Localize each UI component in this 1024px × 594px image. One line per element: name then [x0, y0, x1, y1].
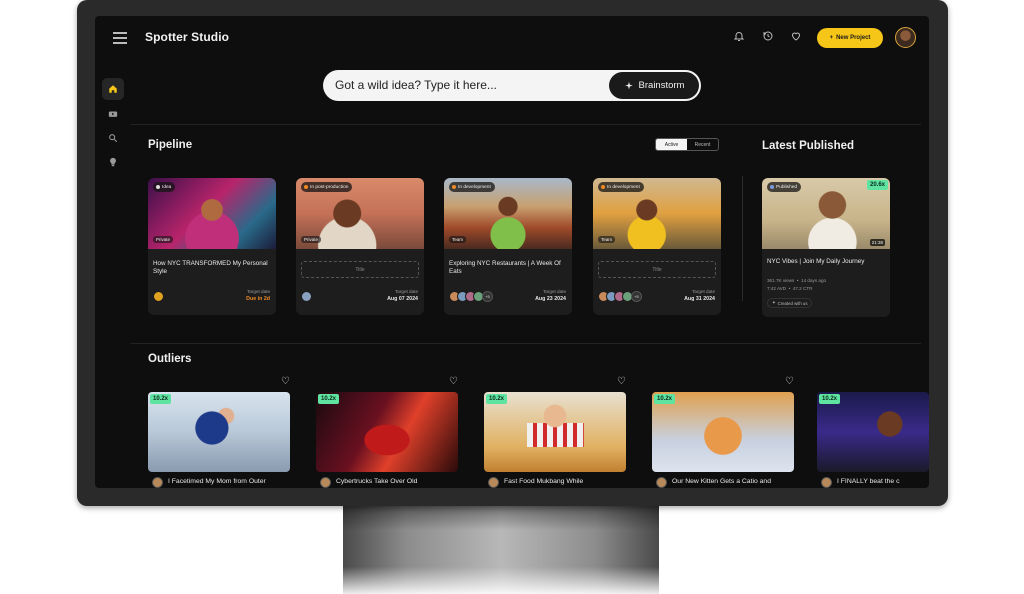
search-zoom-icon	[109, 134, 118, 143]
outlier-title: Fast Food Mukbang While	[504, 478, 584, 485]
card-title: NYC Vibes | Join My Daily Journey	[767, 258, 865, 265]
sidebar-item-home[interactable]	[102, 78, 124, 100]
outlier-thumbnail	[484, 392, 626, 472]
pipeline-toggle[interactable]: Active Recent	[655, 138, 719, 151]
outlier-thumbnail	[148, 392, 290, 472]
privacy-badge: Team	[598, 236, 616, 243]
user-avatar[interactable]	[895, 27, 916, 48]
card-title: How NYC TRANSFORMED My Personal Style	[153, 260, 268, 275]
outlier-title: Our New Kitten Gets a Catio and	[672, 478, 771, 485]
divider	[131, 343, 921, 344]
outliers-title: Outliers	[148, 353, 192, 365]
published-card[interactable]: Published 20.6x 21:38 NYC Vibes | Join M…	[762, 178, 890, 317]
channel-avatar	[152, 477, 163, 488]
sidebar-item-ideas[interactable]	[102, 151, 124, 173]
channel-avatar	[821, 477, 832, 488]
status-badge: Idea	[153, 182, 176, 192]
collaborator-avatars	[301, 291, 312, 302]
toggle-active[interactable]: Active	[656, 139, 687, 150]
youtube-icon	[108, 111, 118, 117]
latest-published-title: Latest Published	[762, 140, 855, 152]
brand-logo: Spotter Studio	[145, 30, 230, 44]
plus-icon: +	[829, 35, 834, 41]
search-input[interactable]: Got a wild idea? Type it here...	[335, 78, 497, 92]
status-badge: In post-production	[301, 182, 353, 192]
target-date-label: Target date	[395, 289, 418, 294]
multiplier-badge: 10.2x	[819, 394, 841, 404]
status-badge: Published	[767, 182, 802, 192]
avatar	[153, 291, 164, 302]
collaborator-avatars	[153, 291, 164, 302]
app-screen: Spotter Studio + New Project Got a wild …	[95, 16, 929, 488]
created-with-us-badge: ✦ Created with us	[767, 298, 813, 308]
target-date-label: Target date	[692, 289, 715, 294]
target-date-value: Aug 07 2024	[387, 296, 418, 302]
outlier-thumbnail	[316, 392, 458, 472]
card-title: Exploring NYC Restaurants | A Week Of Ea…	[449, 260, 561, 275]
multiplier-badge: 10.2x	[318, 394, 340, 404]
heart-icon[interactable]: ♡	[281, 376, 290, 387]
title-input[interactable]: Title	[301, 261, 419, 278]
target-date-label: Target date	[543, 289, 566, 294]
bell-icon[interactable]	[731, 30, 747, 46]
channel-avatar	[488, 477, 499, 488]
collaborator-avatars: +5	[449, 291, 493, 302]
pipeline-card[interactable]: Idea Private How NYC TRANSFORMED My Pers…	[148, 178, 276, 315]
history-icon[interactable]	[760, 30, 776, 46]
more-collaborators-badge: +5	[631, 291, 642, 302]
pipeline-title: Pipeline	[148, 139, 193, 151]
video-duration: 21:38	[869, 239, 885, 246]
target-date-value: Due in 2d	[246, 296, 270, 302]
privacy-badge: Private	[153, 236, 174, 243]
brainstorm-button[interactable]: Brainstorm	[609, 72, 699, 99]
multiplier-badge: 10.2x	[654, 394, 676, 404]
spark-icon: ✦	[772, 300, 776, 305]
channel-avatar	[320, 477, 331, 488]
target-date-label: Target date	[247, 289, 270, 294]
outlier-title: I FINALLY beat the c	[837, 478, 900, 485]
video-stats-row: 361.7K views • 14 days ago	[767, 278, 827, 283]
home-icon	[109, 85, 117, 93]
sidebar-item-videos[interactable]	[102, 103, 124, 125]
heart-icon[interactable]	[788, 30, 804, 46]
outlier-title: Cybertrucks Take Over Old	[336, 478, 418, 485]
target-date-value: Aug 23 2024	[535, 296, 566, 302]
target-date-value: Aug 31 2024	[684, 296, 715, 302]
divider	[131, 124, 921, 125]
more-collaborators-badge: +5	[482, 291, 493, 302]
status-badge: In development	[598, 182, 644, 192]
avatar	[301, 291, 312, 302]
video-metrics-row: 7:42 AVD • 47.2 CTR	[767, 286, 813, 291]
outlier-thumbnail	[817, 392, 929, 472]
pipeline-card[interactable]: In development Team Title +5 Target date…	[593, 178, 721, 315]
toggle-recent[interactable]: Recent	[687, 139, 718, 150]
outlier-title: I Facetimed My Mom from Outer	[168, 478, 266, 485]
heart-icon[interactable]: ♡	[785, 376, 794, 387]
menu-icon[interactable]	[113, 32, 127, 44]
sidebar-item-research[interactable]	[102, 127, 124, 149]
channel-avatar	[656, 477, 667, 488]
section-divider	[742, 176, 743, 301]
lightbulb-icon	[110, 157, 116, 167]
heart-icon[interactable]: ♡	[449, 376, 458, 387]
new-project-button[interactable]: + New Project	[817, 28, 883, 48]
status-badge: In development	[449, 182, 495, 192]
collaborator-avatars: +5	[598, 291, 642, 302]
privacy-badge: Private	[301, 236, 322, 243]
pipeline-card[interactable]: In development Team Exploring NYC Restau…	[444, 178, 572, 315]
privacy-badge: Team	[449, 236, 467, 243]
multiplier-badge: 20.6x	[866, 180, 888, 190]
monitor-stand-shade	[343, 503, 659, 594]
heart-icon[interactable]: ♡	[617, 376, 626, 387]
multiplier-badge: 10.2x	[150, 394, 172, 404]
pipeline-card[interactable]: In post-production Private Title Target …	[296, 178, 424, 315]
outlier-thumbnail	[652, 392, 794, 472]
sparkle-icon	[624, 81, 633, 89]
idea-search-bar[interactable]: Got a wild idea? Type it here... Brainst…	[323, 70, 701, 101]
multiplier-badge: 10.2x	[486, 394, 508, 404]
title-input[interactable]: Title	[598, 261, 716, 278]
